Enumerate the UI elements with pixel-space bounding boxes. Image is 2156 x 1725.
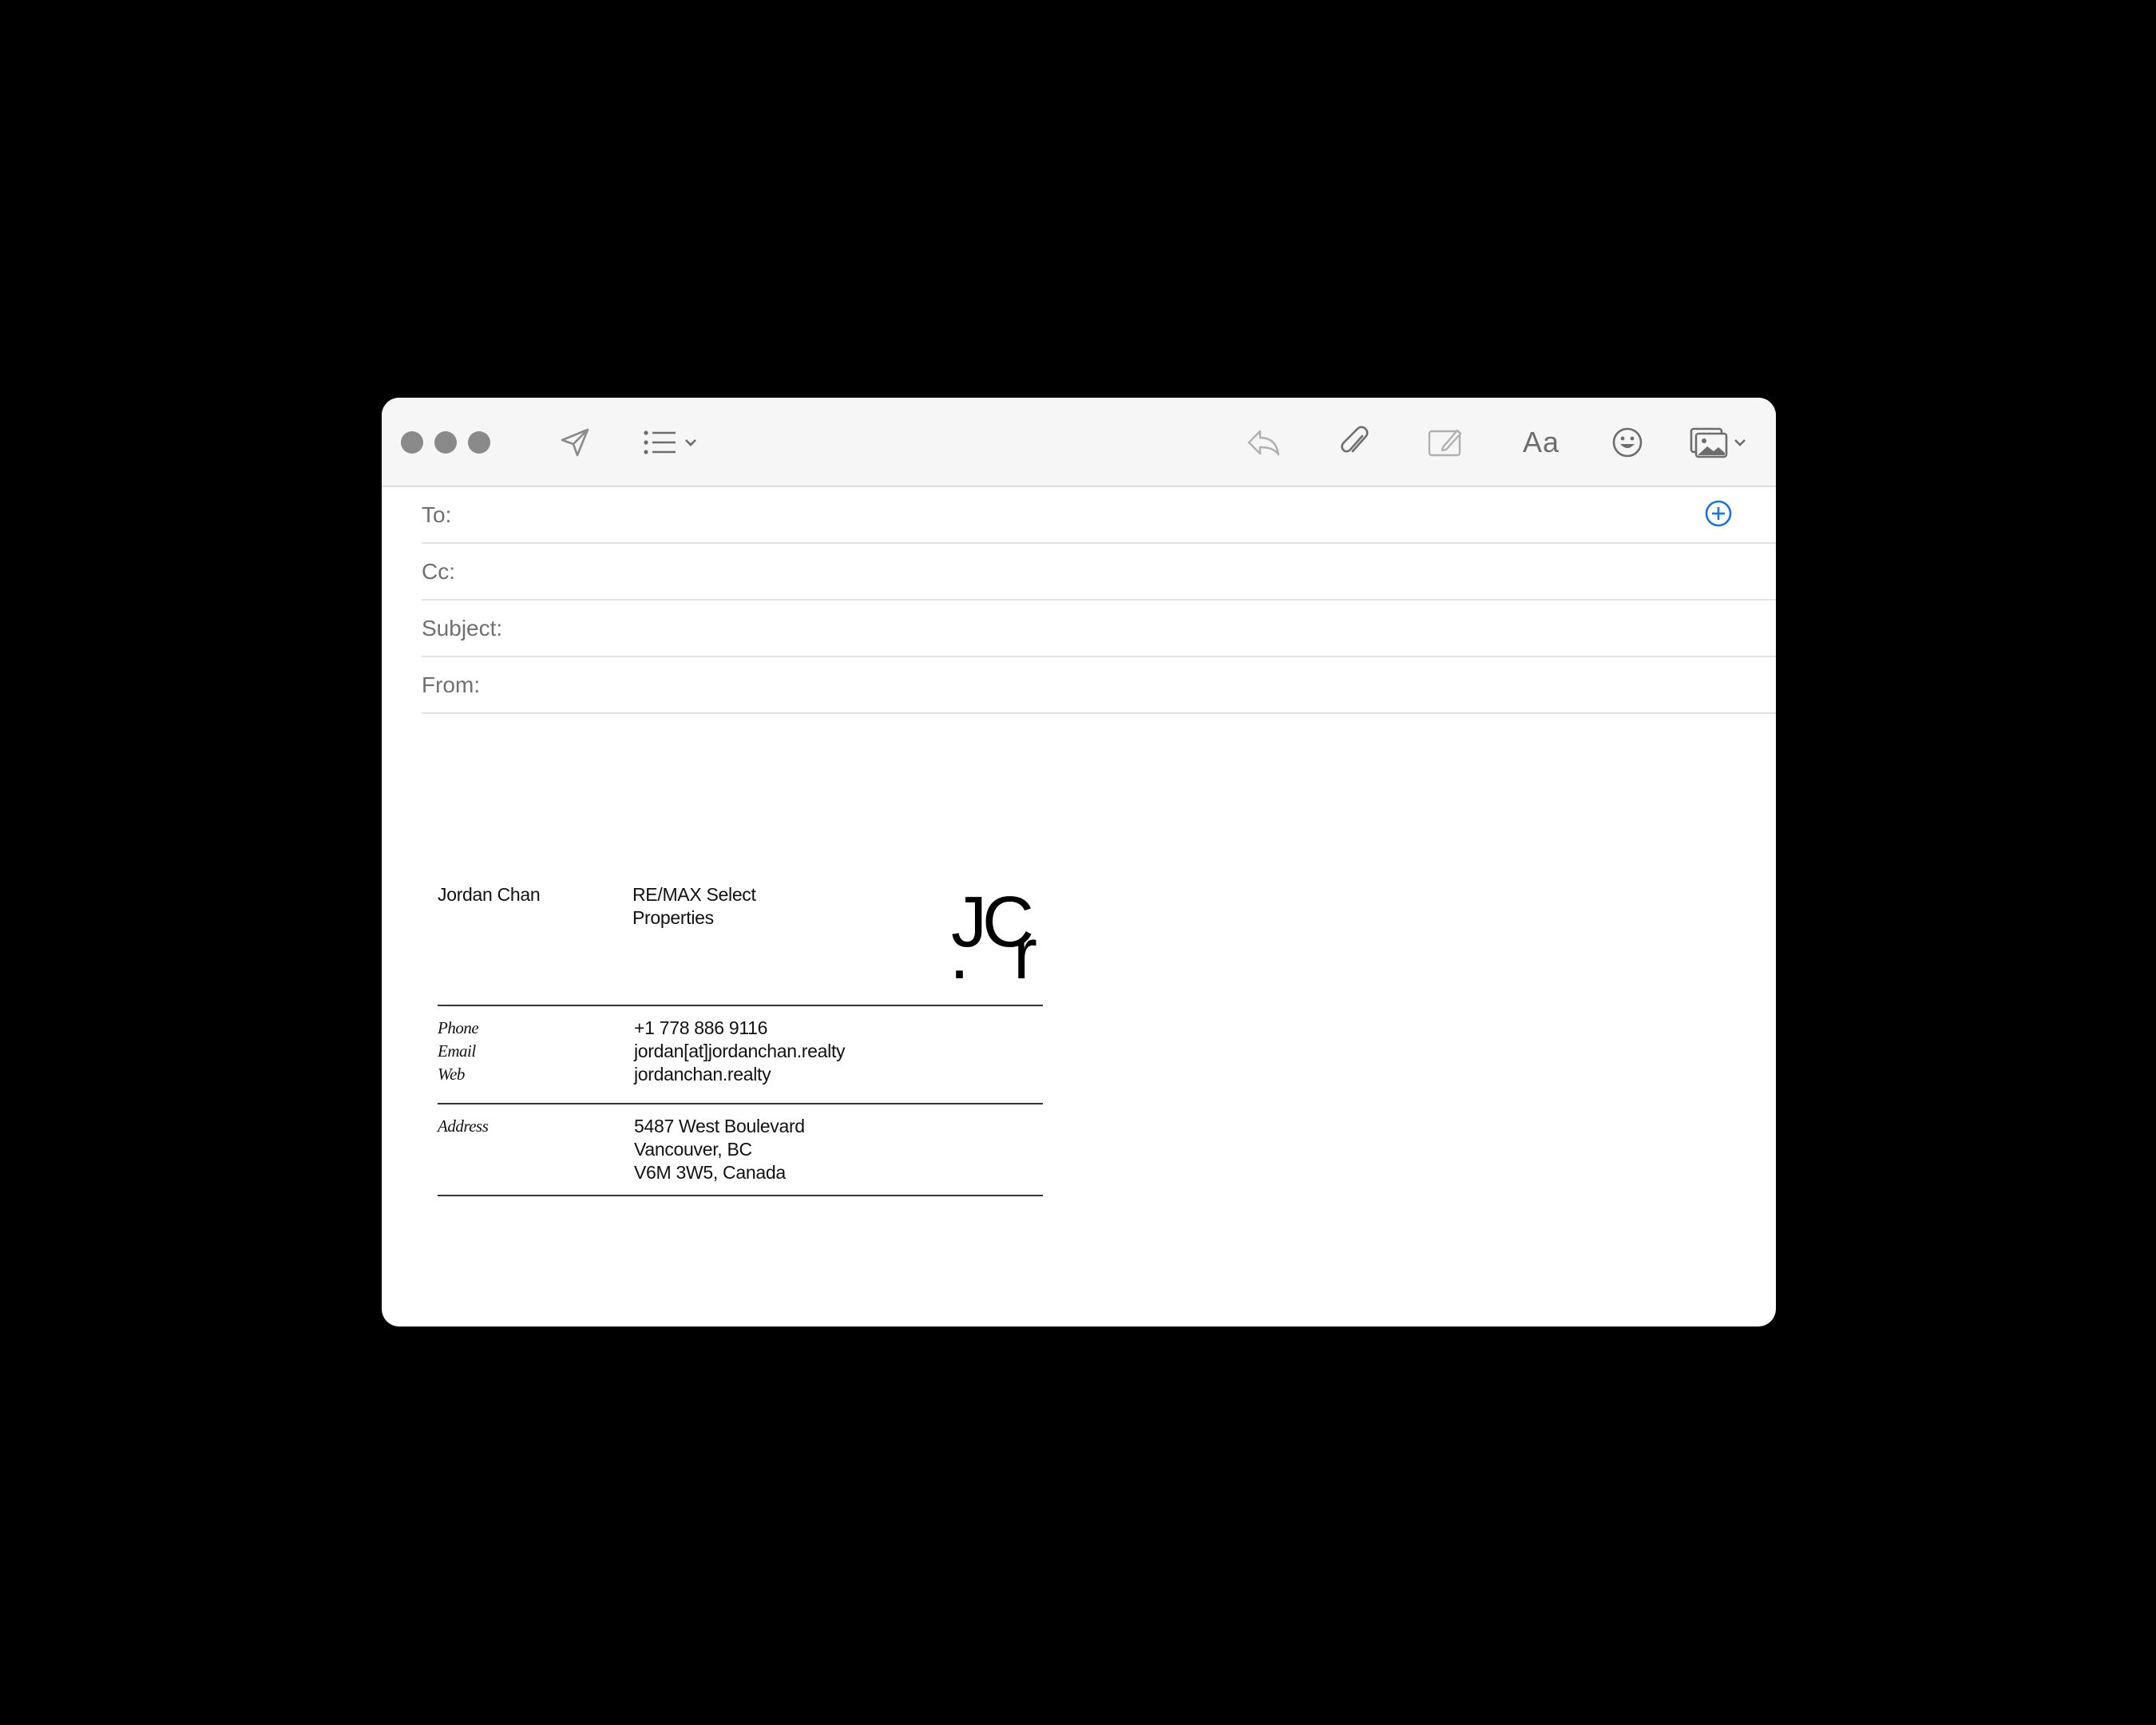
- markup-icon: [1428, 429, 1462, 457]
- format-icon: Aa: [1522, 426, 1560, 458]
- cc-label: Cc:: [422, 559, 455, 584]
- markup-button[interactable]: [1423, 420, 1468, 465]
- emoji-button[interactable]: [1605, 420, 1650, 465]
- logo: JC . r: [949, 883, 1043, 995]
- chevron-down-icon: [685, 439, 696, 446]
- logo-r: r: [1013, 914, 1037, 994]
- web-value: jordanchan.realty: [634, 1064, 771, 1085]
- address-label: Address: [438, 1116, 489, 1136]
- email-label: Email: [438, 1041, 476, 1061]
- reply-icon: [1247, 430, 1280, 456]
- add-contact-icon[interactable]: [1704, 499, 1733, 528]
- divider: [438, 1195, 1043, 1196]
- web-label: Web: [438, 1065, 465, 1084]
- close-window-button[interactable]: [401, 431, 423, 454]
- signature-name: Jordan Chan: [438, 884, 541, 905]
- from-label: From:: [422, 672, 481, 697]
- logo-dot: .: [949, 914, 969, 994]
- to-field[interactable]: To:: [422, 487, 1776, 544]
- phone-value: +1 778 886 9116: [634, 1017, 768, 1038]
- chevron-down-icon: [1734, 439, 1746, 446]
- format-button[interactable]: Aa: [1512, 420, 1570, 465]
- photo-browser-button[interactable]: [1685, 420, 1752, 465]
- photo-browser-icon: [1690, 427, 1728, 458]
- zoom-window-button[interactable]: [468, 431, 490, 454]
- emoji-icon: [1612, 427, 1643, 458]
- divider: [438, 1005, 1043, 1006]
- address-line: V6M 3W5, Canada: [634, 1162, 786, 1183]
- minimize-window-button[interactable]: [434, 431, 457, 454]
- send-icon: [561, 428, 589, 457]
- reply-button[interactable]: [1241, 420, 1286, 465]
- signature-company: Properties: [632, 907, 714, 928]
- attach-button[interactable]: [1332, 420, 1377, 465]
- subject-label: Subject:: [422, 616, 503, 640]
- attachment-icon: [1341, 426, 1369, 453]
- subject-field[interactable]: Subject:: [422, 601, 1776, 657]
- email-signature: Jordan Chan RE/MAX Select Properties JC …: [438, 883, 1043, 1203]
- signature-company: RE/MAX Select: [632, 884, 756, 905]
- cc-field[interactable]: Cc:: [422, 544, 1776, 601]
- send-button[interactable]: [556, 420, 594, 465]
- address-line: Vancouver, BC: [634, 1139, 752, 1160]
- email-value: jordan[at]jordanchan.realty: [634, 1041, 846, 1061]
- to-label: To:: [422, 502, 452, 527]
- address-line: 5487 West Boulevard: [634, 1116, 805, 1136]
- list-icon: [644, 430, 676, 454]
- mail-compose-window: Aa To: Cc: Subject: From: Jordan Chan RE…: [382, 398, 1776, 1326]
- phone-label: Phone: [438, 1018, 479, 1037]
- toolbar: Aa: [382, 398, 1776, 487]
- divider: [438, 1103, 1043, 1104]
- from-field[interactable]: From:: [422, 657, 1776, 714]
- header-fields-button[interactable]: [642, 420, 700, 465]
